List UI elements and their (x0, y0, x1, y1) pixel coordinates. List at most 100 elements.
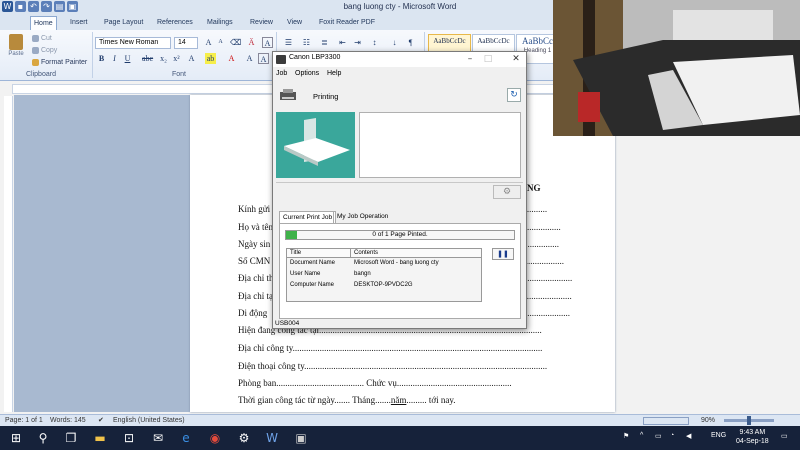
dialog-title-bar[interactable]: Canon LBP3300 – □ ✕ (273, 52, 526, 67)
language-indicator[interactable]: English (United States) (113, 415, 185, 426)
menu-options[interactable]: Options (295, 70, 319, 77)
bullets-icon[interactable]: ☰ (283, 37, 294, 48)
close-icon[interactable]: ✕ (509, 53, 523, 65)
shrink-font-icon[interactable]: A (215, 37, 226, 48)
paste-button[interactable]: Paste (6, 34, 26, 62)
strikethrough-icon[interactable]: abc (142, 53, 153, 64)
input-language[interactable]: ENG (711, 432, 726, 439)
tray-expand-icon[interactable]: ^ (640, 432, 643, 439)
tab-page-layout[interactable]: Page Layout (101, 16, 146, 30)
change-case-icon[interactable]: Ä (246, 37, 257, 48)
chrome-icon[interactable]: ◉ (207, 430, 223, 446)
webcam-overlay (553, 0, 800, 136)
font-name-combo[interactable]: Times New Roman (95, 37, 171, 49)
sort-icon[interactable]: ↕ (369, 37, 380, 48)
volume-icon[interactable]: ◀ (686, 432, 691, 440)
windows-start-icon[interactable]: ⊞ (8, 430, 24, 446)
printer-tools-icon[interactable]: ⚙ (493, 185, 521, 199)
zoom-level[interactable]: 90% (701, 415, 715, 426)
vertical-ruler[interactable] (4, 96, 13, 412)
cut-button[interactable]: Cut (32, 33, 52, 45)
tab-insert[interactable]: Insert (67, 16, 91, 30)
subscript-icon[interactable]: x₂ (158, 53, 169, 64)
tab-review[interactable]: Review (247, 16, 276, 30)
bold-icon[interactable]: B (96, 53, 107, 64)
menu-help[interactable]: Help (327, 70, 341, 77)
settings-icon[interactable]: ⚙ (236, 430, 252, 446)
tab-home[interactable]: Home (30, 16, 57, 30)
document-title-fragment: NG (527, 183, 541, 193)
row-label: Document Name (290, 260, 336, 266)
pause-button[interactable]: ❚❚ (492, 248, 514, 260)
highlight-icon[interactable]: ab (205, 53, 216, 64)
proofing-icon[interactable]: ✔ (98, 415, 104, 426)
word-taskbar-icon[interactable]: W (264, 430, 280, 446)
clock-time: 9:43 AM (739, 429, 766, 436)
task-view-icon[interactable]: ❐ (63, 430, 79, 446)
battery-icon[interactable]: ▭ (655, 432, 662, 440)
sort-icon[interactable]: ↓ (389, 37, 400, 48)
people-icon[interactable]: ⚑ (623, 432, 629, 440)
clock[interactable]: 9:43 AM 04-Sep-18 (736, 428, 769, 446)
copy-button[interactable]: Copy (32, 45, 57, 57)
tab-references[interactable]: References (154, 16, 196, 30)
format-painter-button[interactable]: Format Painter (32, 57, 87, 69)
menu-job[interactable]: Job (276, 70, 287, 77)
text-effects-icon[interactable]: A (186, 53, 197, 64)
tab-foxit-reader-pdf[interactable]: Foxit Reader PDF (316, 16, 378, 30)
view-buttons[interactable] (643, 417, 689, 425)
doc-line[interactable]: Phòng ban...............................… (238, 378, 512, 388)
tab-my-job-operation[interactable]: My Job Operation (333, 211, 391, 223)
word-count[interactable]: Words: 145 (50, 415, 86, 426)
search-icon[interactable]: ⚲ (35, 430, 51, 446)
mail-icon[interactable]: ✉ (150, 430, 166, 446)
row-value: DESKTOP-9PVDC2G (354, 282, 413, 288)
desktop-screen: W ▪ ↶ ↷ ▤ ▣ bang luong cty - Microsoft W… (0, 0, 800, 450)
group-divider (92, 32, 93, 78)
network-icon[interactable]: ◔ (670, 432, 674, 439)
grow-font-icon[interactable]: A (203, 37, 214, 48)
progress-text: 0 of 1 Page Pinted. (372, 231, 428, 238)
tab-mailings[interactable]: Mailings (204, 16, 236, 30)
zoom-slider-thumb[interactable] (747, 416, 751, 425)
doc-line[interactable]: Thời gian công tác từ ngày....... Tháng.… (238, 395, 456, 405)
minimize-icon[interactable]: – (463, 53, 477, 65)
char-shading-icon[interactable]: A (258, 53, 269, 64)
font-size-combo[interactable]: 14 (174, 37, 198, 49)
zoom-slider[interactable] (724, 416, 774, 425)
decrease-indent-icon[interactable]: ⇤ (337, 37, 348, 48)
row-label: Computer Name (290, 282, 335, 288)
file-explorer-icon[interactable]: ▬ (92, 430, 108, 446)
numbering-icon[interactable]: ☷ (301, 37, 312, 48)
row-value: Microsoft Word - bang luong cty (354, 260, 439, 266)
dialog-title: Canon LBP3300 (289, 54, 341, 61)
doc-line[interactable]: Điện thoại công ty......................… (238, 361, 547, 371)
notifications-icon[interactable]: ▭ (781, 432, 788, 440)
clock-date: 04-Sep-18 (736, 438, 769, 445)
increase-indent-icon[interactable]: ⇥ (352, 37, 363, 48)
maximize-icon[interactable]: □ (481, 53, 495, 65)
refresh-icon[interactable]: ↻ (507, 88, 521, 102)
clipboard-icon (9, 34, 23, 50)
font-color-icon[interactable]: A (226, 53, 237, 64)
printer-photo (553, 0, 800, 136)
clear-format-icon[interactable]: ⌫ (230, 37, 241, 48)
page-count[interactable]: Page: 1 of 1 (5, 415, 43, 426)
paintbrush-icon (32, 58, 39, 66)
current-job-panel: 0 of 1 Page Pinted. Title Contents Docum… (279, 223, 521, 319)
printer-taskbar-icon[interactable]: ▣ (293, 430, 309, 446)
doc-line[interactable]: Địa chỉ công ty.........................… (238, 343, 542, 353)
store-icon[interactable]: ⊡ (121, 430, 137, 446)
status-message-box (359, 112, 521, 178)
show-marks-icon[interactable]: ¶ (405, 37, 416, 48)
char-border-icon[interactable]: A (262, 37, 273, 48)
tab-current-print-job[interactable]: Current Print Job (279, 211, 337, 223)
italic-icon[interactable]: I (109, 53, 120, 64)
shading-icon[interactable]: A (244, 53, 255, 64)
edge-icon[interactable]: e (178, 430, 194, 446)
superscript-icon[interactable]: x² (171, 53, 182, 64)
underline-icon[interactable]: U (122, 53, 133, 64)
dialog-menu-bar: Job Options Help (273, 68, 526, 80)
tab-view[interactable]: View (284, 16, 305, 30)
multilevel-list-icon[interactable]: ≣ (319, 37, 330, 48)
